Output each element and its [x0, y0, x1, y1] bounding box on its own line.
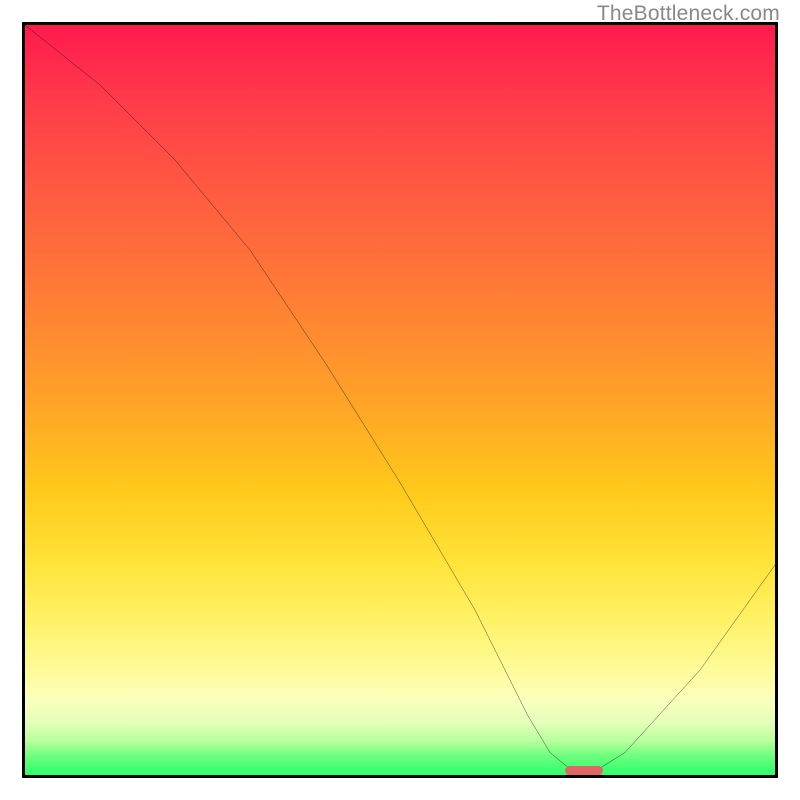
optimal-marker	[565, 766, 603, 776]
bottleneck-curve	[25, 25, 775, 775]
curve-path	[25, 25, 775, 771]
chart-frame	[22, 22, 778, 778]
